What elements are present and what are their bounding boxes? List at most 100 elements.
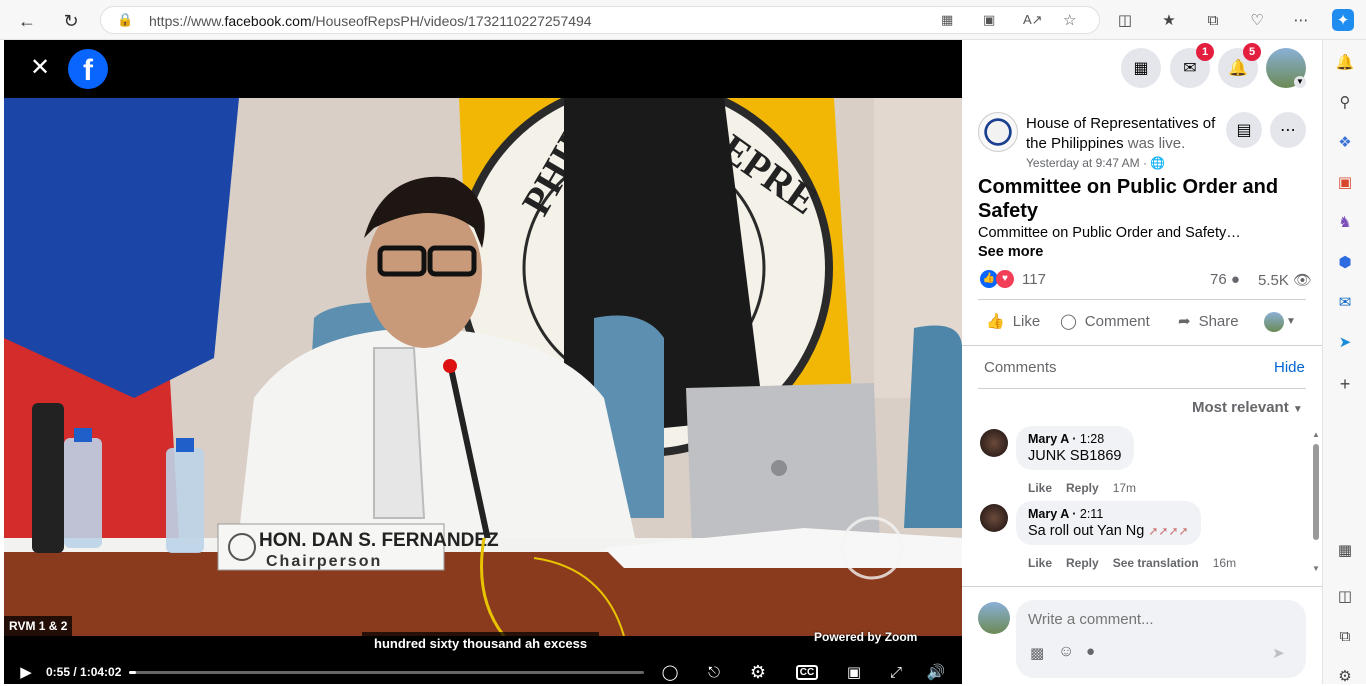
divider (962, 586, 1322, 587)
video-subtitle: hundred sixty thousand ah excess (362, 632, 600, 655)
see-translation-link[interactable]: See translation (1113, 556, 1199, 570)
comments-header: Comments (984, 359, 1057, 376)
address-bar[interactable]: 🔒 https://www.facebook.com/HouseofRepsPH… (100, 6, 1100, 34)
reactions-count[interactable]: 117 (1022, 271, 1046, 288)
share-as-chevron-icon[interactable]: ▼ (1286, 316, 1296, 327)
captions-chat-icon[interactable]: ◯ (658, 660, 682, 684)
more-options-icon[interactable]: ⋯ (1270, 112, 1306, 148)
comment-bubble: Mary A · 1:28 JUNK SB1869 (1016, 426, 1134, 470)
comment-actions: Like Reply See translation 16m (1028, 556, 1250, 570)
scroll-down-icon[interactable]: ▼ (1312, 564, 1320, 573)
shopping-tag-icon[interactable]: ❖ (1335, 132, 1355, 152)
facebook-logo-icon[interactable]: f (68, 49, 108, 89)
post-timestamp[interactable]: Yesterday at 9:47 AM · 🌐 (1026, 156, 1165, 170)
comment-like-button[interactable]: Like (1028, 556, 1052, 570)
comment-avatar[interactable] (980, 504, 1008, 532)
volume-icon[interactable]: 🔊 (924, 660, 948, 684)
emoji-icon[interactable]: ☺ (1058, 643, 1074, 661)
screenshot-icon[interactable]: ▦ (1335, 540, 1355, 560)
post-panel: ▦ ✉ 1 🔔 5 ▼ House of Representatives of … (962, 40, 1322, 684)
page-avatar[interactable] (978, 112, 1018, 152)
eye-icon: 👁 (1293, 272, 1313, 289)
read-aloud-icon[interactable]: A↗ (1023, 12, 1043, 28)
microsoft365-icon[interactable]: ⬢ (1335, 252, 1355, 272)
my-avatar[interactable] (978, 602, 1010, 634)
split-screen-icon[interactable]: ◫ (1114, 9, 1136, 31)
share-icon: ➦ (1178, 313, 1191, 330)
scroll-thumb[interactable] (1313, 444, 1319, 540)
powered-by-label: Powered by Zoom (814, 630, 918, 644)
search-icon[interactable]: ⚲ (1335, 92, 1355, 112)
close-icon[interactable]: ✕ (30, 56, 50, 80)
see-more-link[interactable]: See more (978, 244, 1043, 260)
share-as-avatar[interactable] (1264, 312, 1284, 332)
like-button[interactable]: 👍 Like (986, 312, 1040, 331)
comment-author[interactable]: Mary A · 1:28 (1028, 432, 1122, 446)
video-controls: ▶ 0:55 / 1:04:02 ◯ ⎋ ⚙ CC ▣ ⤢ 🔊 (4, 660, 962, 684)
closed-captions-icon[interactable]: CC (795, 664, 819, 680)
progress-fill (129, 671, 137, 674)
play-icon[interactable]: ▶ (14, 660, 38, 684)
menu-grid-icon[interactable]: ▦ (1121, 48, 1161, 88)
comment-actions: Like Reply 17m (1028, 481, 1150, 495)
sidebar-toggle-icon[interactable]: ◫ (1335, 586, 1355, 606)
video-time: 0:55 / 1:04:02 (46, 665, 122, 679)
tools-briefcase-icon[interactable]: ▣ (1335, 172, 1355, 192)
install-app-icon[interactable]: ▣ (983, 12, 995, 28)
drop-send-icon[interactable]: ➤ (1335, 332, 1355, 352)
account-chevron-icon[interactable]: ▼ (1294, 76, 1306, 88)
comment-reply-button[interactable]: Reply (1066, 481, 1099, 495)
settings-gear-icon[interactable]: ⚙ (746, 660, 770, 684)
divider (962, 345, 1322, 346)
page-name[interactable]: House of Representatives of the Philippi… (1026, 114, 1226, 154)
favorites-icon[interactable]: ★ (1158, 9, 1180, 31)
comment-author[interactable]: Mary A · 2:11 (1028, 507, 1189, 521)
globe-icon: 🌐 (1150, 156, 1166, 170)
divider (978, 299, 1306, 300)
browser-essentials-icon[interactable]: ♡ (1246, 9, 1268, 31)
copilot-icon[interactable]: ✦ (1332, 9, 1354, 31)
games-icon[interactable]: ♞ (1335, 212, 1355, 232)
collections-icon[interactable]: ⧉ (1202, 9, 1224, 31)
save-post-icon[interactable]: ▤ (1226, 112, 1262, 148)
comments-scrollbar[interactable]: ▲ ▼ (1312, 430, 1320, 576)
video-frame: PHIL REPRE HON. DAN S. FERNANDEZ Chairpe… (4, 98, 962, 636)
messenger-badge: 1 (1196, 43, 1214, 61)
notifications-icon[interactable]: 🔔 (1335, 52, 1355, 72)
apps-icon[interactable]: ▦ (941, 12, 953, 28)
lock-icon[interactable]: 🔒 (117, 12, 133, 28)
love-reaction-icon: ♥ (996, 270, 1014, 288)
add-icon[interactable]: + (1335, 374, 1355, 394)
open-external-icon[interactable]: ⧉ (1335, 626, 1355, 646)
comment-input[interactable] (1028, 608, 1278, 630)
clip-icon[interactable]: ⎋ (702, 660, 726, 684)
comment-age: 16m (1212, 556, 1237, 570)
picture-in-picture-icon[interactable]: ▣ (842, 660, 866, 684)
more-menu-icon[interactable]: ⋯ (1290, 9, 1312, 31)
comment-avatar[interactable] (980, 429, 1008, 457)
post-title: Committee on Public Order and Safety (978, 176, 1279, 222)
comment-like-button[interactable]: Like (1028, 481, 1052, 495)
comments-count[interactable]: 76 ● (1210, 271, 1240, 288)
video-player[interactable]: ✕ f PHIL REPRE HON. DAN S. FERNANDEZ Cha… (4, 40, 962, 684)
avatar-sticker-icon[interactable]: ● (1086, 643, 1095, 660)
share-button[interactable]: ➦ Share (1178, 312, 1239, 331)
comment-icon: ◯ (1060, 313, 1077, 330)
comment-composer[interactable]: ▩ ☺ ● ➤ (1016, 600, 1306, 678)
send-icon[interactable]: ➤ (1272, 644, 1285, 662)
comment-button[interactable]: ◯ Comment (1060, 312, 1150, 331)
comment-reply-button[interactable]: Reply (1066, 556, 1099, 570)
hide-comments-link[interactable]: Hide (1274, 359, 1305, 376)
favorite-star-icon[interactable]: ☆ (1063, 11, 1076, 29)
comment-bubble-icon: ● (1230, 271, 1240, 288)
fullscreen-icon[interactable]: ⤢ (884, 660, 908, 684)
refresh-icon[interactable]: ↻ (58, 8, 84, 34)
comment-text: JUNK SB1869 (1028, 448, 1122, 464)
sticker-icon[interactable]: ▩ (1030, 644, 1044, 662)
sort-dropdown[interactable]: Most relevant ▼ (1192, 399, 1303, 416)
progress-bar[interactable] (129, 671, 644, 674)
outlook-icon[interactable]: ✉ (1335, 292, 1355, 312)
scroll-up-icon[interactable]: ▲ (1312, 430, 1320, 439)
sidebar-settings-icon[interactable]: ⚙ (1335, 666, 1355, 686)
back-icon[interactable]: ← (14, 8, 40, 34)
